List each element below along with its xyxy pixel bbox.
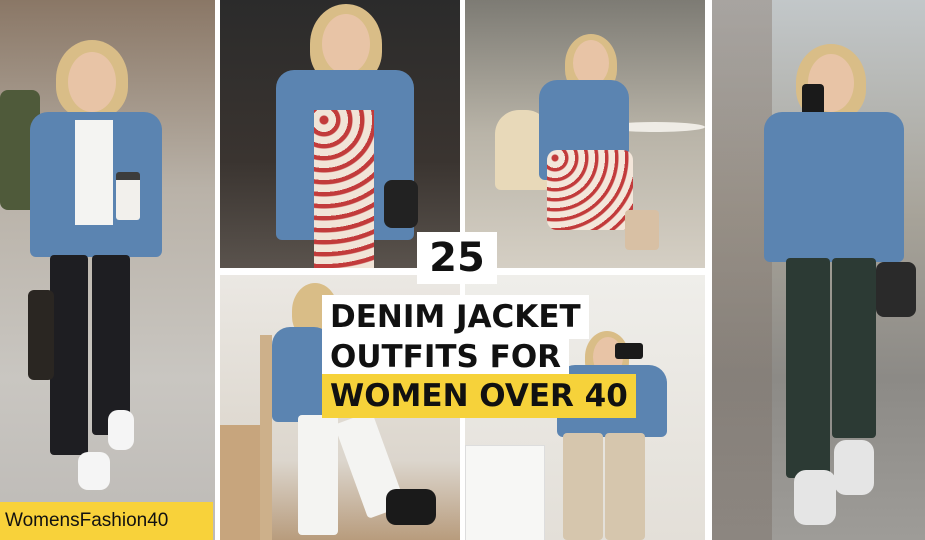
boots [625, 210, 659, 250]
floral-skirt [547, 150, 633, 230]
handbag [28, 290, 54, 380]
beige-pants [605, 433, 645, 540]
title-line-1: DENIM JACKET [322, 295, 589, 339]
beige-pants [563, 433, 603, 540]
leggings [832, 258, 876, 438]
face [68, 52, 116, 112]
title-line-3: WOMEN OVER 40 [322, 374, 636, 418]
coffee-cup [116, 172, 140, 220]
floral-dress [314, 110, 374, 268]
face [322, 14, 370, 74]
trees [712, 0, 772, 540]
photo-woman-floral-dress [220, 0, 460, 268]
sneaker [834, 440, 874, 495]
photo-woman-cafe [465, 0, 705, 268]
left-leg [50, 255, 88, 455]
photo-woman-walking-coffee [0, 0, 215, 540]
crossbody-bag [384, 180, 418, 228]
right-leg [92, 255, 130, 435]
crossbody-bag [876, 262, 916, 317]
title-line-2: OUTFITS FOR [322, 336, 570, 378]
photo-woman-walking-phone [712, 0, 925, 540]
leggings [786, 258, 830, 478]
white-tee [75, 120, 113, 225]
sneaker [108, 410, 134, 450]
mirror-frame [260, 335, 272, 540]
watermark-label: WomensFashion40 [0, 502, 213, 540]
white-pants [298, 415, 338, 535]
sneaker [794, 470, 836, 525]
loafer [386, 489, 436, 525]
title-number: 25 [417, 232, 497, 284]
phone [615, 343, 643, 359]
denim-jacket [764, 112, 904, 262]
sneaker [78, 452, 110, 490]
dresser [465, 445, 545, 540]
